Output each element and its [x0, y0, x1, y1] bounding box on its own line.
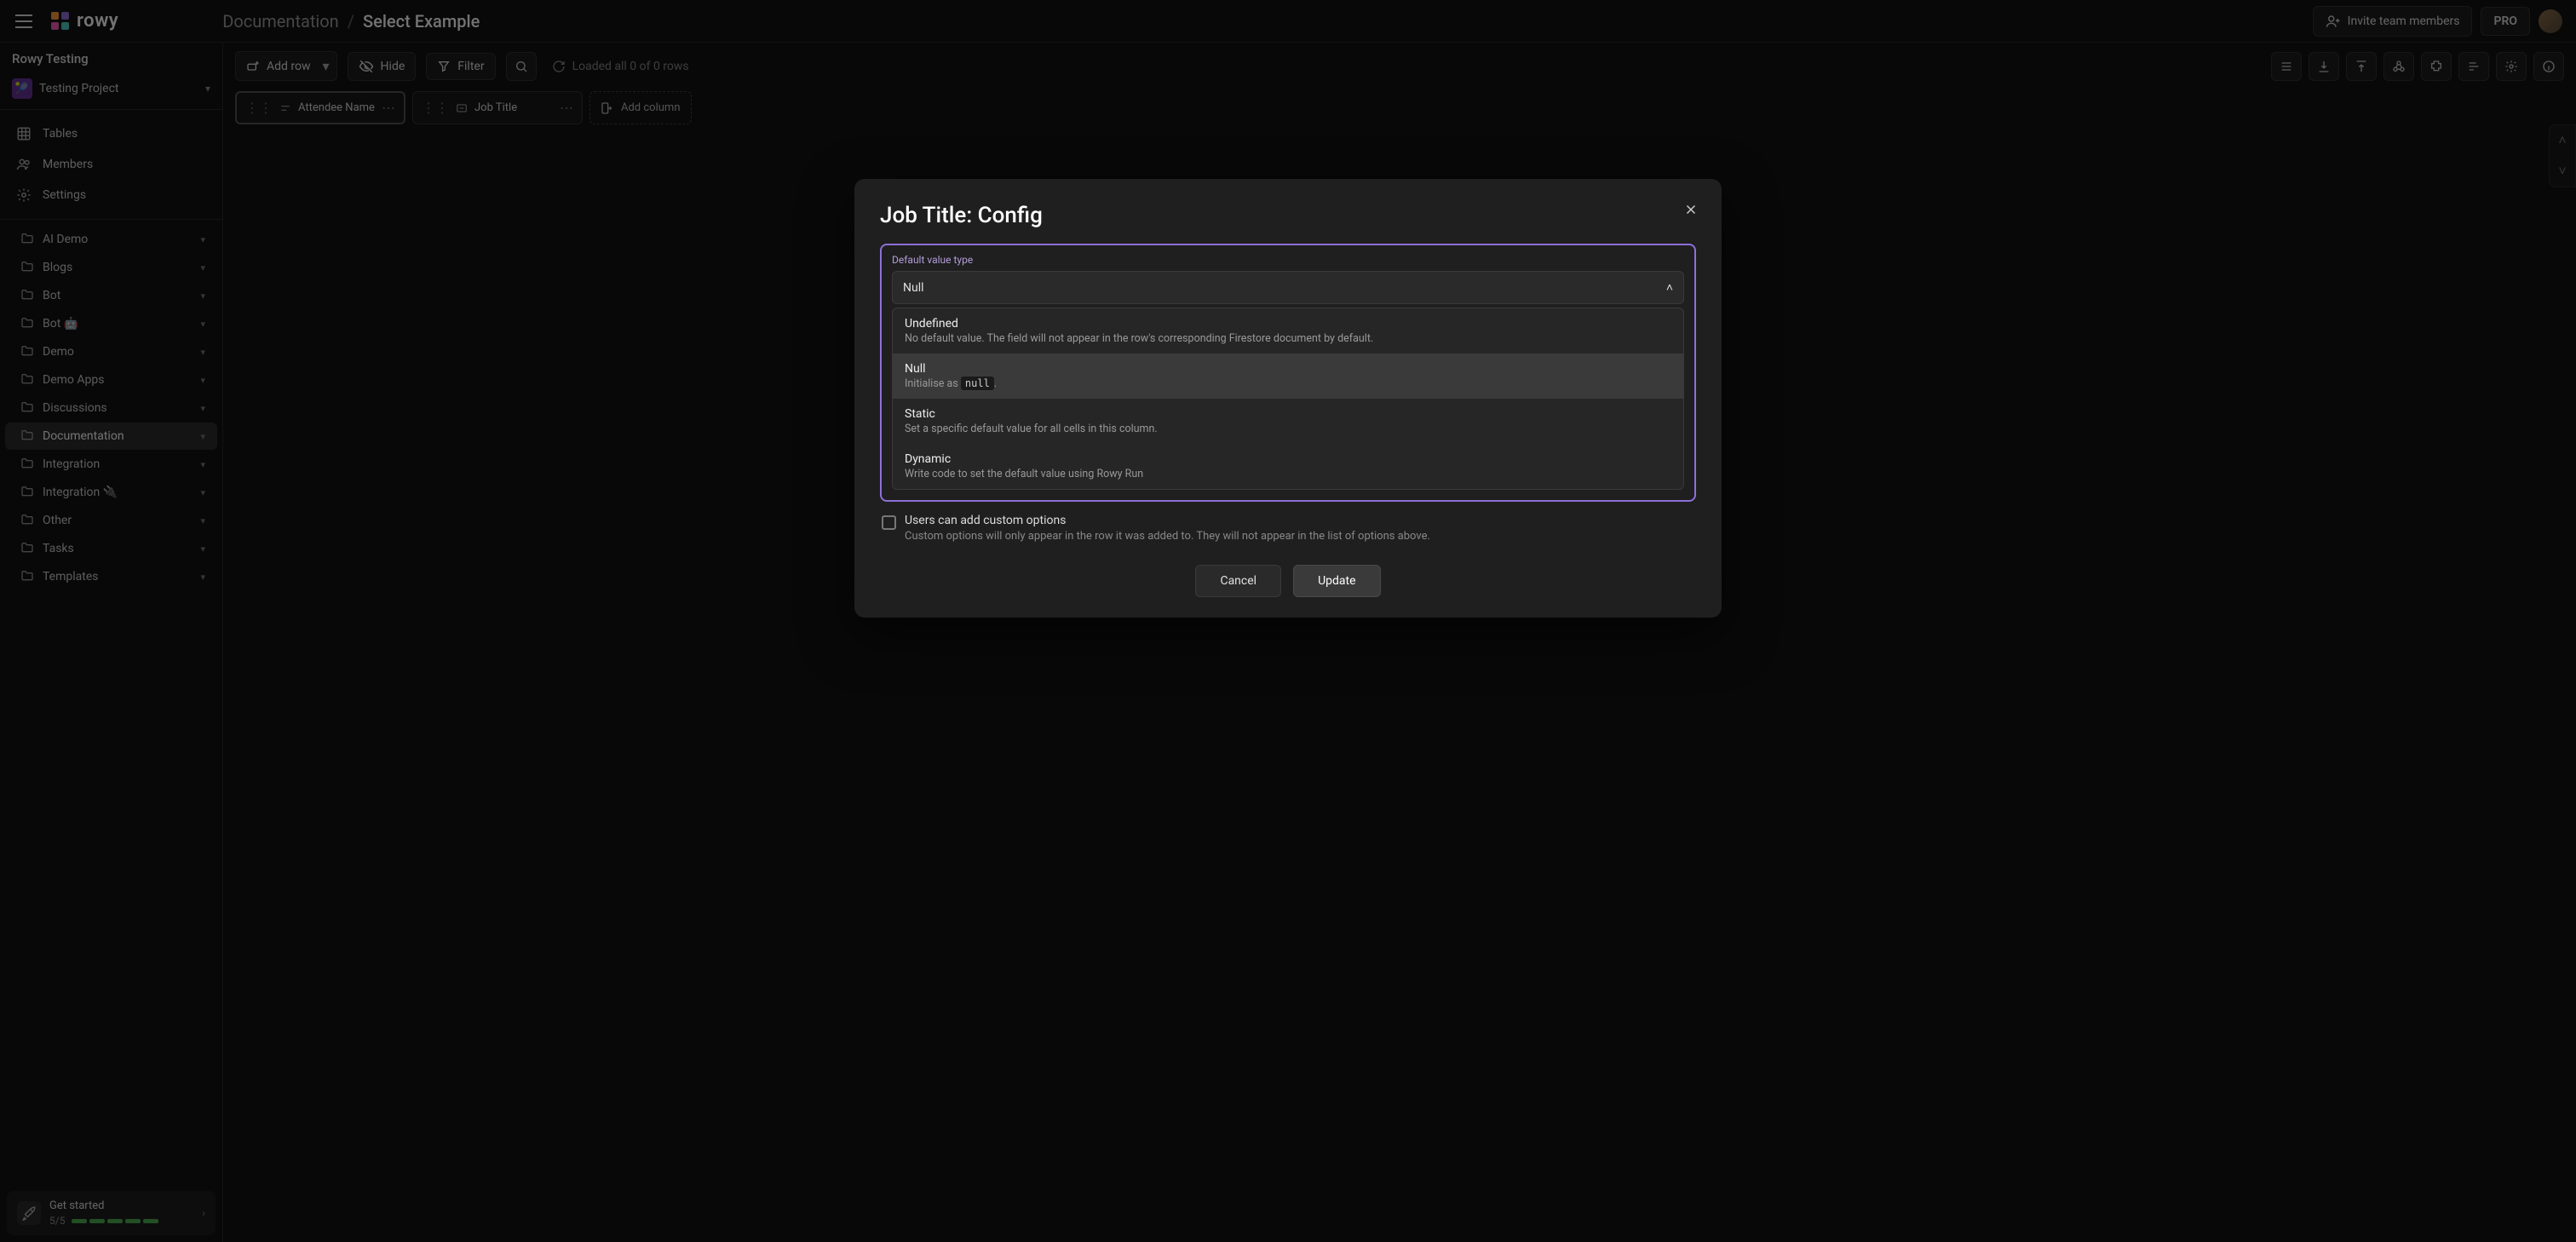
modal-title: Job Title: Config — [880, 203, 1696, 228]
dropdown-option-null[interactable]: NullInitialise as null. — [893, 354, 1683, 399]
option-description: Write code to set the default value usin… — [905, 468, 1671, 480]
option-title: Static — [905, 407, 1671, 421]
option-description: Initialise as null. — [905, 377, 1671, 390]
close-icon — [1683, 202, 1699, 217]
dropdown-option-static[interactable]: Static Set a specific default value for a… — [893, 399, 1683, 444]
select-value: Null — [903, 281, 924, 295]
modal-overlay: Job Title: Config Default value type Nul… — [0, 0, 2576, 1242]
close-button[interactable] — [1677, 196, 1705, 223]
custom-options-description: Custom options will only appear in the r… — [905, 530, 1430, 543]
update-button[interactable]: Update — [1293, 565, 1380, 597]
cancel-button[interactable]: Cancel — [1195, 565, 1281, 597]
custom-options-checkbox[interactable] — [882, 515, 896, 530]
default-value-type-select[interactable]: Null ˄ — [892, 271, 1684, 304]
option-description: No default value. The field will not app… — [905, 332, 1671, 345]
chevron-up-icon: ˄ — [1666, 280, 1673, 295]
option-description: Set a specific default value for all cel… — [905, 423, 1671, 435]
option-title: Null — [905, 362, 1671, 376]
dropdown-option-dynamic[interactable]: Dynamic Write code to set the default val… — [893, 444, 1683, 489]
default-value-type-label: Default value type — [892, 254, 1684, 266]
dropdown-option-undefined[interactable]: UndefinedNo default value. The field wil… — [893, 308, 1683, 354]
custom-options-label: Users can add custom options — [905, 514, 1430, 527]
default-value-dropdown: UndefinedNo default value. The field wil… — [892, 308, 1684, 490]
option-title: Undefined — [905, 317, 1671, 331]
option-title: Dynamic — [905, 452, 1671, 466]
config-modal: Job Title: Config Default value type Nul… — [854, 179, 1722, 618]
